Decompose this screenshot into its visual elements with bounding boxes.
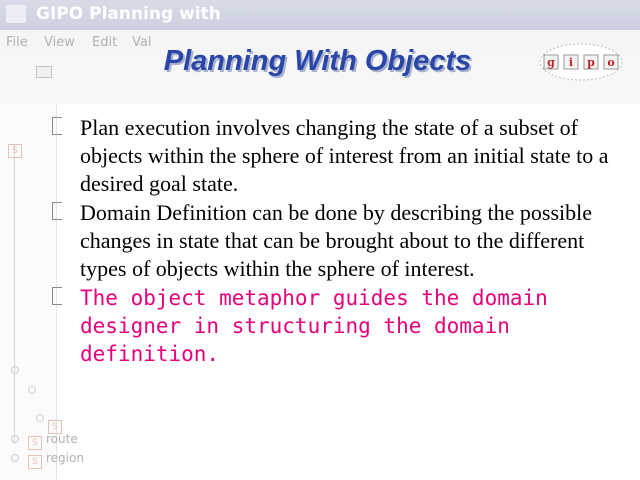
app-title-bar: GIPO Planning with [0,0,640,30]
logo-letter-g: g [547,56,555,69]
bullet-marker-icon [52,202,62,220]
tree-node-label: route [46,432,78,446]
menu-file[interactable]: File [6,35,28,50]
tree-expand-handle[interactable] [36,414,44,422]
bullet-text: Plan execution involves changing the sta… [80,115,609,196]
app-icon [6,5,26,23]
tree-expand-handle[interactable] [11,454,19,462]
tree-expand-handle[interactable] [11,366,19,374]
bullet-item: Plan execution involves changing the sta… [52,114,612,198]
bullet-text: Domain Definition can be done by describ… [80,200,592,281]
tree-node-label: region [46,451,84,465]
state-icon: S [28,455,42,469]
bullet-marker-icon [52,117,62,135]
tree-node[interactable]: S [8,140,26,158]
tree-node-region[interactable]: Sregion [28,451,84,469]
state-icon: S [8,144,22,158]
menu-view[interactable]: View [44,35,75,50]
tree-panel: S S [0,104,62,480]
tree-node-route[interactable]: Sroute [28,432,78,450]
tree-expand-handle[interactable] [28,386,36,394]
gipo-logo: g i p o [539,43,623,81]
tree-expand-handle[interactable] [11,435,19,443]
bullet-item-highlight: The object metaphor guides the domain de… [52,284,612,368]
slide-title: Planning With Objects [163,45,472,77]
logo-letter-o: o [607,56,614,69]
logo-letter-i: i [569,56,573,69]
logo-letter-p: p [587,56,595,69]
state-icon: S [28,436,42,450]
bullet-item: Domain Definition can be done by describ… [52,199,612,283]
app-title: GIPO Planning with [36,4,221,24]
menu-edit[interactable]: Edit [92,35,117,50]
open-icon[interactable] [36,66,52,78]
bullet-list: Plan execution involves changing the sta… [52,114,612,368]
bullet-text: The object metaphor guides the domain de… [80,286,548,366]
bullet-marker-icon [52,287,62,305]
